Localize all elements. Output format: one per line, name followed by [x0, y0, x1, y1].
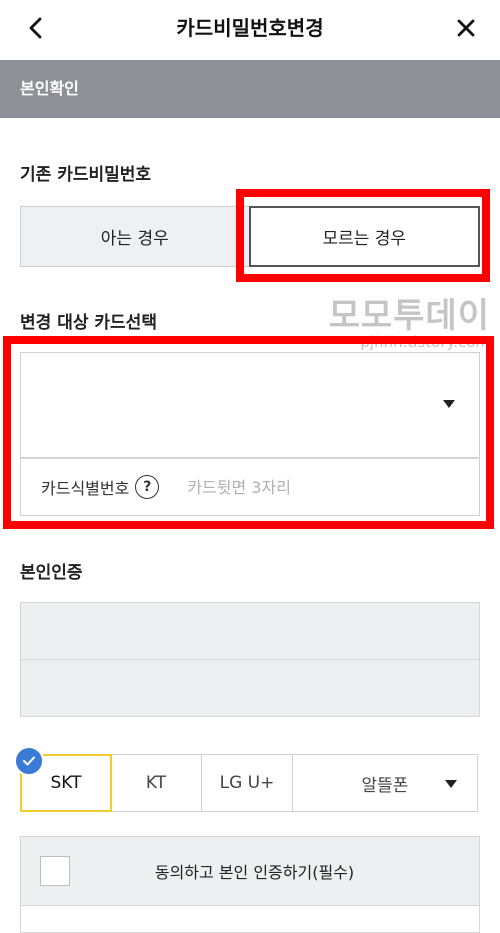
carrier-mvno-label: 알뜰폰	[361, 775, 409, 796]
watermark: 모모투데이 pjhhh.tistory.com	[329, 298, 490, 350]
verification-field-birth[interactable]	[20, 659, 480, 717]
carrier-lgu[interactable]: LG U+	[202, 755, 293, 811]
card-select-dropdown[interactable]	[20, 352, 480, 458]
option-known[interactable]: 아는 경우	[21, 207, 249, 266]
help-icon[interactable]: ?	[135, 475, 160, 499]
consent-row[interactable]: 동의하고 본인 인증하기(필수)	[20, 836, 480, 906]
carrier-mvno-select[interactable]: 알뜰폰	[293, 755, 477, 811]
verification-label: 본인인증	[20, 563, 83, 583]
dropdown-arrow-icon	[445, 780, 457, 788]
card-id-label: 카드식별번호	[41, 479, 130, 498]
checkmark-icon	[23, 756, 35, 766]
carrier-selector: SKT KT LG U+ 알뜰폰	[20, 754, 478, 812]
card-id-row: 카드식별번호 ?	[20, 458, 480, 516]
watermark-main: 모모투데이	[328, 296, 490, 336]
header: 카드비밀번호변경	[0, 0, 500, 56]
close-button[interactable]	[448, 10, 484, 46]
dropdown-arrow-icon	[443, 400, 455, 408]
card-id-input[interactable]	[187, 477, 388, 497]
option-unknown[interactable]: 모르는 경우	[248, 206, 480, 267]
watermark-sub: pjhhh.tistory.com	[360, 333, 490, 351]
consent-checkbox[interactable]	[40, 856, 70, 886]
page-title: 카드비밀번호변경	[176, 16, 324, 40]
existing-pin-label: 기존 카드비밀번호	[20, 165, 152, 185]
consent-detail-area	[20, 906, 480, 933]
card-select-label: 변경 대상 카드선택	[20, 313, 157, 333]
consent-text: 동의하고 본인 인증하기(필수)	[154, 863, 355, 882]
verification-field-name[interactable]	[20, 602, 480, 660]
carrier-kt[interactable]: KT	[111, 755, 202, 811]
check-badge-icon	[14, 746, 44, 776]
close-icon	[457, 19, 475, 37]
section-bar-identity: 본인확인	[0, 60, 500, 118]
existing-pin-toggle: 아는 경우 모르는 경우	[20, 206, 480, 267]
